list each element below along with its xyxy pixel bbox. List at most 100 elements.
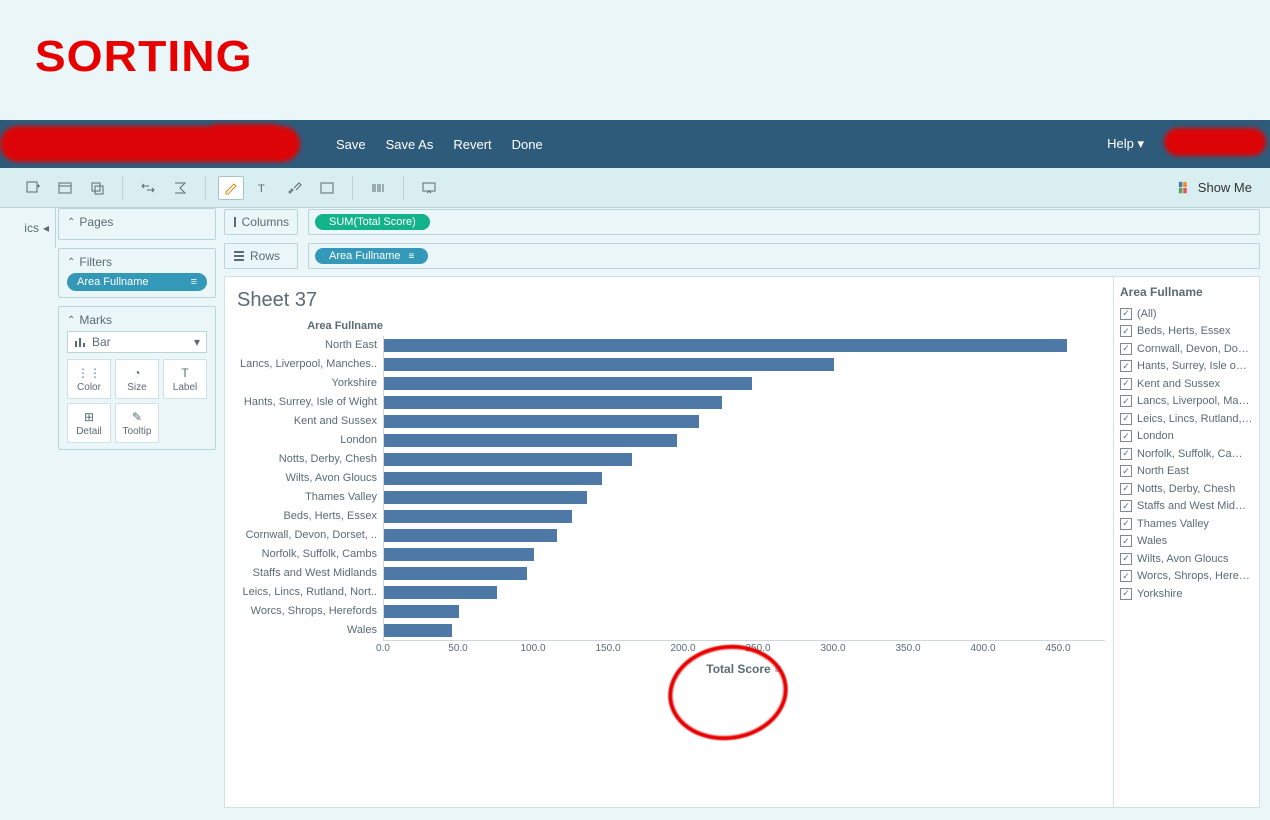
filters-card[interactable]: ⌃Filters Area Fullname ≡: [58, 248, 216, 298]
columns-shelf[interactable]: SUM(Total Score): [308, 209, 1260, 235]
checkbox-checked-icon[interactable]: [1120, 343, 1132, 355]
filter-checkbox-row[interactable]: Cornwall, Devon, Do…: [1120, 340, 1253, 358]
bar-row[interactable]: [384, 488, 1105, 507]
bar-row[interactable]: [384, 507, 1105, 526]
mark-size[interactable]: ◔Size: [115, 359, 159, 399]
filter-checkbox-row[interactable]: Kent and Sussex: [1120, 375, 1253, 393]
tb-new-sheet-icon[interactable]: [52, 176, 78, 200]
bar-row[interactable]: [384, 336, 1105, 355]
filter-checkbox-row[interactable]: Wales: [1120, 533, 1253, 551]
bar-row[interactable]: [384, 355, 1105, 374]
checkbox-checked-icon[interactable]: [1120, 448, 1132, 460]
bar[interactable]: [384, 510, 572, 523]
filter-checkbox-row[interactable]: Staffs and West Mid…: [1120, 498, 1253, 516]
tb-highlight-icon[interactable]: [218, 176, 244, 200]
mark-color[interactable]: ⋮⋮Color: [67, 359, 111, 399]
rows-shelf[interactable]: Area Fullname ≡: [308, 243, 1260, 269]
checkbox-checked-icon[interactable]: [1120, 325, 1132, 337]
mark-detail[interactable]: ⊞Detail: [67, 403, 111, 443]
bar[interactable]: [384, 605, 459, 618]
bar-row[interactable]: [384, 374, 1105, 393]
tb-fit-icon[interactable]: [365, 176, 391, 200]
tb-totals-icon[interactable]: [167, 176, 193, 200]
filter-checkbox-row[interactable]: London: [1120, 428, 1253, 446]
filter-checkbox-row[interactable]: Norfolk, Suffolk, Ca…: [1120, 445, 1253, 463]
bar[interactable]: [384, 529, 557, 542]
mark-label[interactable]: TLabel: [163, 359, 207, 399]
bar-row[interactable]: [384, 393, 1105, 412]
bar[interactable]: [384, 415, 699, 428]
bar[interactable]: [384, 586, 497, 599]
tb-new-datasource-icon[interactable]: [20, 176, 46, 200]
menu-save[interactable]: Save: [336, 137, 366, 152]
tb-borders-icon[interactable]: [314, 176, 340, 200]
show-me-button[interactable]: Show Me: [1178, 180, 1252, 195]
checkbox-checked-icon[interactable]: [1120, 378, 1132, 390]
bar-row[interactable]: [384, 526, 1105, 545]
checkbox-checked-icon[interactable]: [1120, 588, 1132, 600]
bar-row[interactable]: [384, 545, 1105, 564]
filter-checkbox-row[interactable]: Yorkshire: [1120, 585, 1253, 603]
tb-text-icon[interactable]: T: [250, 176, 276, 200]
filter-checkbox-row[interactable]: Leics, Lincs, Rutland,…: [1120, 410, 1253, 428]
filter-checkbox-row[interactable]: Lancs, Liverpool, Ma…: [1120, 393, 1253, 411]
rows-pill-area-fullname[interactable]: Area Fullname ≡: [315, 248, 428, 264]
bar[interactable]: [384, 567, 527, 580]
checkbox-checked-icon[interactable]: [1120, 483, 1132, 495]
checkbox-checked-icon[interactable]: [1120, 395, 1132, 407]
bar-row[interactable]: [384, 583, 1105, 602]
bar[interactable]: [384, 339, 1067, 352]
checkbox-checked-icon[interactable]: [1120, 465, 1132, 477]
checkbox-checked-icon[interactable]: [1120, 518, 1132, 530]
pages-card[interactable]: ⌃Pages: [58, 208, 216, 240]
bar[interactable]: [384, 434, 677, 447]
bar-row[interactable]: [384, 602, 1105, 621]
bar-row[interactable]: [384, 412, 1105, 431]
bar[interactable]: [384, 453, 632, 466]
bar[interactable]: [384, 548, 534, 561]
tb-annotate-icon[interactable]: [282, 176, 308, 200]
filter-checkbox-row[interactable]: Beds, Herts, Essex: [1120, 323, 1253, 341]
filter-checkbox-row[interactable]: Wilts, Avon Gloucs: [1120, 550, 1253, 568]
tb-presentation-icon[interactable]: [416, 176, 442, 200]
checkbox-checked-icon[interactable]: [1120, 535, 1132, 547]
tb-swap-icon[interactable]: [135, 176, 161, 200]
bar-row[interactable]: [384, 431, 1105, 450]
checkbox-checked-icon[interactable]: [1120, 570, 1132, 582]
marks-type-select[interactable]: Bar ▾: [67, 331, 207, 353]
filter-pill-area-fullname[interactable]: Area Fullname ≡: [67, 273, 207, 291]
menu-done[interactable]: Done: [512, 137, 543, 152]
tb-duplicate-icon[interactable]: [84, 176, 110, 200]
checkbox-checked-icon[interactable]: [1120, 430, 1132, 442]
bar[interactable]: [384, 472, 602, 485]
checkbox-checked-icon[interactable]: [1120, 360, 1132, 372]
filter-checkbox-row[interactable]: Thames Valley: [1120, 515, 1253, 533]
filter-checkbox-row[interactable]: (All): [1120, 305, 1253, 323]
bar-row[interactable]: [384, 564, 1105, 583]
bars-area[interactable]: [383, 336, 1105, 640]
bar[interactable]: [384, 377, 752, 390]
menu-saveas[interactable]: Save As: [386, 137, 434, 152]
checkbox-checked-icon[interactable]: [1120, 413, 1132, 425]
bar-row[interactable]: [384, 621, 1105, 640]
checkbox-checked-icon[interactable]: [1120, 500, 1132, 512]
bar[interactable]: [384, 624, 452, 637]
menu-help[interactable]: Help ▾: [1107, 136, 1144, 152]
checkbox-checked-icon[interactable]: [1120, 553, 1132, 565]
filter-checkbox-row[interactable]: Hants, Surrey, Isle o…: [1120, 358, 1253, 376]
bar-row[interactable]: [384, 469, 1105, 488]
mark-tooltip[interactable]: ✎Tooltip: [115, 403, 159, 443]
filter-checkbox-row[interactable]: Worcs, Shrops, Here…: [1120, 568, 1253, 586]
x-axis[interactable]: 0.050.0100.0150.0200.0250.0300.0350.0400…: [383, 640, 1105, 692]
menu-revert[interactable]: Revert: [453, 137, 491, 152]
bar[interactable]: [384, 396, 722, 409]
bar-row[interactable]: [384, 450, 1105, 469]
side-data-pane-collapsed[interactable]: ics ◂: [0, 208, 56, 248]
sheet-title[interactable]: Sheet 37: [237, 289, 1105, 312]
checkbox-checked-icon[interactable]: [1120, 308, 1132, 320]
columns-pill-sum-total-score[interactable]: SUM(Total Score): [315, 214, 430, 230]
filter-checkbox-row[interactable]: Notts, Derby, Chesh: [1120, 480, 1253, 498]
bar[interactable]: [384, 491, 587, 504]
filter-checkbox-row[interactable]: North East: [1120, 463, 1253, 481]
bar[interactable]: [384, 358, 834, 371]
